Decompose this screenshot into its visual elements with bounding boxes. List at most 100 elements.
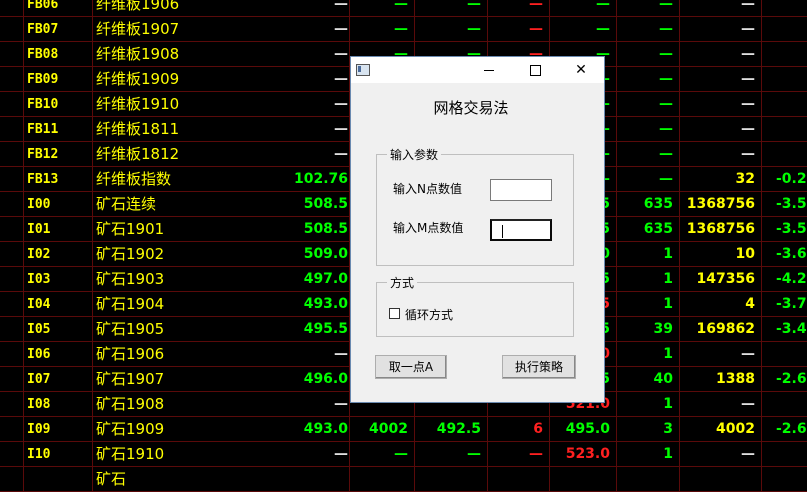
contract-code-cell: I10 <box>24 442 93 467</box>
quote-value-cell: 1 <box>617 267 680 292</box>
quote-value-cell: -4.24 <box>762 267 807 292</box>
contract-code-cell: I09 <box>24 417 93 442</box>
contract-code-cell: FB06 <box>24 0 93 17</box>
last-price-cell: 497.0 <box>303 271 348 287</box>
quote-value-cell: 1 <box>617 392 680 417</box>
contract-code-cell: I00 <box>24 192 93 217</box>
last-price-cell: 508.5 <box>303 221 348 237</box>
contract-code-cell: I06 <box>24 342 93 367</box>
quote-value-cell: 3 <box>617 417 680 442</box>
loop-mode-label[interactable]: 循环方式 <box>405 306 453 323</box>
contract-code-cell: I03 <box>24 267 93 292</box>
quote-value-cell: 169862 <box>680 317 762 342</box>
m-value-field[interactable] <box>490 219 552 241</box>
quote-value-cell: — <box>415 0 488 17</box>
quote-value-cell: 4002 <box>350 417 415 442</box>
row-marker-cell <box>0 0 24 17</box>
minimize-button[interactable] <box>466 57 512 83</box>
quote-value-cell: — <box>550 17 617 42</box>
quote-value-cell <box>762 342 807 367</box>
quote-value-cell: — <box>617 142 680 167</box>
contract-code-cell: FB11 <box>24 117 93 142</box>
quote-value-cell: 40 <box>617 367 680 392</box>
quote-value-cell: 635 <box>617 192 680 217</box>
quote-value-cell <box>350 467 415 492</box>
quote-value-cell: 1 <box>617 342 680 367</box>
last-price-cell: 496.0 <box>303 371 348 387</box>
contract-code-cell: FB07 <box>24 17 93 42</box>
execute-strategy-button[interactable]: 执行策略 <box>502 355 576 379</box>
table-row[interactable]: I09矿石1909493.04002492.56495.034002-2.67 <box>0 417 807 442</box>
row-marker-cell <box>0 267 24 292</box>
contract-code-cell <box>24 467 93 492</box>
last-price-cell: — <box>334 396 348 412</box>
quote-value-cell: 4002 <box>680 417 762 442</box>
contract-code-cell: FB09 <box>24 67 93 92</box>
n-value-field[interactable] <box>490 179 552 201</box>
quote-value-cell: -0.27 <box>762 167 807 192</box>
quote-value-cell <box>762 467 807 492</box>
contract-code-cell: I07 <box>24 367 93 392</box>
contract-code-cell: I04 <box>24 292 93 317</box>
row-marker-cell <box>0 417 24 442</box>
row-marker-cell <box>0 42 24 67</box>
quote-value-cell: — <box>488 17 550 42</box>
quote-value-cell: — <box>680 67 762 92</box>
loop-mode-checkbox[interactable] <box>389 308 400 319</box>
contract-code-cell: I05 <box>24 317 93 342</box>
contract-code-cell: FB12 <box>24 142 93 167</box>
params-group-label: 输入参数 <box>387 146 442 163</box>
quote-value-cell <box>550 467 617 492</box>
quote-value-cell: — <box>680 142 762 167</box>
quote-value-cell: 495.0 <box>550 417 617 442</box>
dialog-titlebar[interactable]: ✕ <box>351 57 604 83</box>
quote-value-cell: 147356 <box>680 267 762 292</box>
quote-value-cell: — <box>680 342 762 367</box>
quote-value-cell <box>762 392 807 417</box>
params-group: 输入参数 输入N点数值 输入M点数值 <box>376 146 574 266</box>
last-price-cell: — <box>334 346 348 362</box>
last-price-cell: — <box>334 121 348 137</box>
quote-value-cell: -3.51 <box>762 217 807 242</box>
close-button[interactable]: ✕ <box>558 57 604 83</box>
quote-value-cell: — <box>617 92 680 117</box>
quote-value-cell: — <box>415 442 488 467</box>
quote-value-cell: — <box>680 42 762 67</box>
row-marker-cell <box>0 142 24 167</box>
last-price-cell <box>268 467 348 492</box>
quote-value-cell: — <box>350 442 415 467</box>
quote-value-cell: 4 <box>680 292 762 317</box>
quote-value-cell: — <box>680 17 762 42</box>
quote-value-cell: 1368756 <box>680 192 762 217</box>
quote-value-cell: — <box>488 0 550 17</box>
contract-code-cell: FB08 <box>24 42 93 67</box>
quote-value-cell: 1 <box>617 442 680 467</box>
quote-value-cell <box>762 67 807 92</box>
quote-value-cell: — <box>488 442 550 467</box>
quote-value-cell: — <box>550 0 617 17</box>
mode-group: 方式 循环方式 <box>376 274 574 337</box>
row-marker-cell <box>0 117 24 142</box>
table-row[interactable]: FB06 纤维板1906— — — — — — — <box>0 0 807 17</box>
take-point-a-button[interactable]: 取一点A <box>375 355 447 379</box>
table-row[interactable]: I10 矿石1910— — — —523.0 1— <box>0 442 807 467</box>
maximize-button[interactable] <box>512 57 558 83</box>
quote-value-cell: — <box>350 17 415 42</box>
row-marker-cell <box>0 217 24 242</box>
last-price-cell: — <box>334 46 348 62</box>
quote-value-cell: 1368756 <box>680 217 762 242</box>
quote-value-cell: — <box>617 42 680 67</box>
quote-value-cell: — <box>617 67 680 92</box>
row-marker-cell <box>0 292 24 317</box>
last-price-cell: 495.5 <box>303 321 348 337</box>
table-row[interactable]: FB07 纤维板1907— — — — — — — <box>0 17 807 42</box>
quote-value-cell: 635 <box>617 217 680 242</box>
row-marker-cell <box>0 67 24 92</box>
quote-value-cell: — <box>680 117 762 142</box>
quote-value-cell: 6 <box>488 417 550 442</box>
quote-value-cell: — <box>680 442 762 467</box>
quote-value-cell: 523.0 <box>550 442 617 467</box>
m-value-label: 输入M点数值 <box>393 221 464 235</box>
table-row[interactable]: 矿石 <box>0 467 807 492</box>
quote-value-cell <box>762 442 807 467</box>
